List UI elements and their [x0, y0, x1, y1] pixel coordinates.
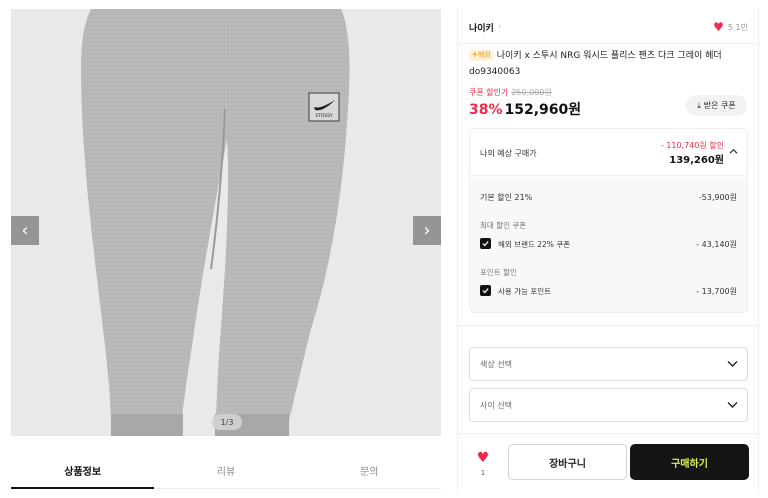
like-count-bottom: 1 [480, 469, 486, 477]
price-label-row: 쿠폰 할인가 250,000원 [469, 87, 552, 98]
color-select-label: 색상 선택 [480, 360, 512, 369]
like-button-top[interactable]: ♥ 5.1만 [713, 21, 748, 33]
max-coupon-label: 최대 할인 쿠폰 [480, 221, 527, 230]
image-counter: 1/3 [212, 414, 242, 430]
coupon-price-label: 쿠폰 할인가 [469, 88, 509, 97]
product-title: ✈해외 나이키 x 스투시 NRG 워시드 플리스 팬츠 다크 그레이 헤더 do… [469, 48, 753, 80]
heart-icon: ♥ [713, 20, 724, 34]
estimated-price-header[interactable]: 나의 예상 구매가 - 110,740원 할인 139,260원 [470, 129, 747, 176]
download-icon: ⤓ [697, 100, 701, 110]
received-coupon-button[interactable]: ⤓ 받은 쿠폰 [686, 95, 747, 116]
product-image: STÜSSY [81, 9, 350, 436]
coupon-item: 해외 브랜드 22% 쿠폰 [498, 240, 571, 249]
brand-row[interactable]: 나이키 › ♥ 5.1만 [469, 17, 748, 37]
tab-product-info[interactable]: 상품정보 [11, 455, 155, 489]
point-discount-label: 포인트 할인 [480, 268, 517, 277]
heart-icon: ♥ [476, 450, 490, 466]
like-count: 5.1만 [727, 22, 748, 32]
product-tabs: 상품정보 리뷰 문의 [11, 455, 441, 489]
svg-text:STÜSSY: STÜSSY [315, 112, 333, 119]
check-icon [482, 241, 489, 247]
chevron-left-icon[interactable]: ‹ [11, 216, 39, 245]
estimated-price-label: 나의 예상 구매가 [480, 149, 537, 158]
tab-reviews[interactable]: 리뷰 [154, 455, 297, 488]
received-coupon-label: 받은 쿠폰 [703, 101, 736, 110]
chevron-down-icon [727, 361, 738, 367]
estimated-discount: - 110,740원 할인 [660, 141, 724, 150]
overseas-badge-label: 해외 [477, 51, 491, 59]
like-button[interactable]: ♥ 1 [474, 451, 492, 477]
coupon-value: - 43,140원 [696, 240, 737, 249]
discount-rate: 38% [469, 102, 503, 118]
size-select-label: 사이 선택 [480, 401, 512, 410]
chevron-right-icon[interactable]: › [413, 216, 441, 245]
coupon-checkbox[interactable] [480, 238, 491, 249]
brand-name[interactable]: 나이키 [469, 21, 494, 34]
overseas-badge: ✈해외 [469, 50, 494, 61]
product-detail-panel: 나이키 › ♥ 5.1만 ✈해외 나이키 x 스투시 NRG 워시드 플리스 팬츠… [457, 9, 759, 493]
divider [458, 325, 758, 326]
buy-now-button[interactable]: 구매하기 [630, 444, 749, 480]
color-select[interactable]: 색상 선택 [469, 347, 748, 381]
chevron-right-icon: › [497, 22, 502, 32]
price-row: 38% 152,960원 [469, 99, 581, 119]
chevron-down-icon [727, 402, 738, 408]
size-select[interactable]: 사이 선택 [469, 388, 748, 422]
point-checkbox[interactable] [480, 285, 491, 296]
base-discount-value: -53,900원 [698, 193, 737, 202]
check-icon [482, 288, 489, 294]
add-to-cart-button[interactable]: 장바구니 [508, 444, 627, 480]
point-item: 사용 가능 포인트 [498, 287, 552, 296]
tab-inquiry[interactable]: 문의 [298, 455, 441, 488]
estimated-price-box: 나의 예상 구매가 - 110,740원 할인 139,260원 기본 할인 2… [469, 128, 748, 313]
estimated-price-details: 기본 할인 21% -53,900원 최대 할인 쿠폰 해외 브랜드 22% 쿠… [470, 177, 747, 312]
chevron-up-icon[interactable] [729, 147, 738, 156]
divider [458, 43, 758, 44]
product-title-text: 나이키 x 스투시 NRG 워시드 플리스 팬츠 다크 그레이 헤더 do934… [469, 51, 722, 77]
sale-price: 152,960원 [504, 102, 582, 118]
estimated-price: 139,260원 [669, 155, 724, 166]
product-image-gallery[interactable]: STÜSSY ‹ › 1/3 [11, 9, 441, 436]
original-price: 250,000원 [511, 88, 552, 97]
point-value: - 13,700원 [696, 287, 737, 296]
brand-logo-patch: STÜSSY [308, 92, 340, 122]
divider [458, 433, 758, 434]
